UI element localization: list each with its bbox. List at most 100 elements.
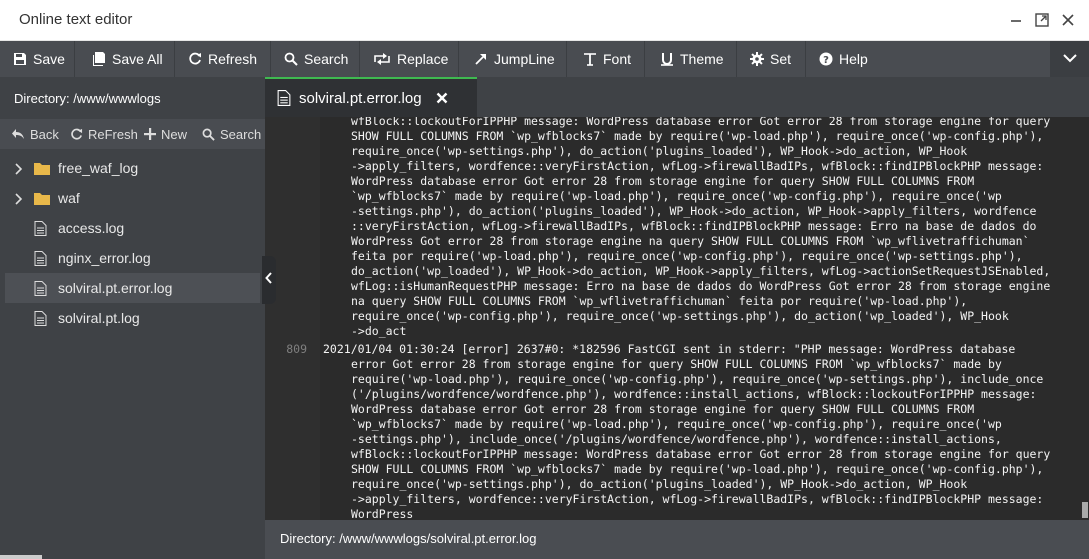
file-icon [277,90,291,106]
set-button[interactable]: Set [737,41,806,77]
tab-label: solviral.pt.error.log [299,89,422,107]
code-line: WordPress database error Got error 28 fr… [351,174,975,188]
sidebar-scrollbar[interactable] [0,555,42,559]
scrollbar-thumb[interactable] [1082,502,1088,518]
code-line: SHOW FULL COLUMNS FROM `wp_wfblocks7` ma… [351,129,1044,143]
refresh-button[interactable]: Refresh [175,41,271,77]
code-line: do_action('wp_loaded'), WP_Hook->do_acti… [351,264,1051,278]
save-button[interactable]: Save [0,41,75,77]
sidebar-toggle-handle[interactable] [262,256,276,304]
code-line: ('/plugins/wordfence/wordfence.php'), wo… [351,387,1037,401]
folder-icon [34,161,50,178]
title-bar: Online text editor [0,0,1089,41]
save-label: Save [33,51,65,67]
set-label: Set [770,51,792,67]
new-label: New [161,126,188,142]
close-icon[interactable] [436,92,448,104]
tree-file-solviral-log[interactable]: solviral.pt.log [5,303,260,333]
tree-item-label: free_waf_log [58,160,139,176]
replace-button[interactable]: Replace [360,41,459,77]
replace-icon [373,52,391,66]
code-line: -settings.php'), do_action('plugins_load… [351,204,1037,218]
window-title: Online text editor [19,11,133,28]
close-icon[interactable] [1060,12,1076,28]
help-icon: ? [819,52,833,66]
line-gutter: 809 [265,117,320,520]
refresh-icon [70,128,83,141]
status-bar: Directory: /www/wwwlogs/solviral.pt.erro… [265,520,1089,559]
folder-icon [34,191,50,208]
code-line: require_once('wp-config.php'), require_o… [351,309,1009,323]
sidebar-refresh-button[interactable]: ReFresh [70,119,138,149]
jump-line-label: JumpLine [494,51,555,67]
tree-item-label: access.log [58,220,125,236]
line-number: 809 [286,342,307,356]
tree-item-label: nginx_error.log [58,250,151,266]
file-icon [34,281,47,299]
sidebar-search-button[interactable]: Search [202,119,261,149]
jump-line-button[interactable]: JumpLine [459,41,567,77]
file-icon [34,221,47,239]
code-line: WordPress Got error 28 from storage engi… [351,234,1030,248]
editor-tab-bar: solviral.pt.error.log [265,77,1089,117]
new-button[interactable]: New [144,119,187,149]
font-button[interactable]: Font [567,41,645,77]
file-sidebar: Directory: /www/wwwlogs Back ReFresh New… [0,77,265,559]
code-line: require_once('wp-settings.php'), do_acti… [351,144,968,158]
tree-file-access-log[interactable]: access.log [5,213,260,243]
font-label: Font [603,51,632,67]
back-arrow-icon [11,128,25,140]
chevron-left-icon [265,271,273,289]
code-line: ->do_act [351,324,407,338]
help-label: Help [839,51,868,67]
code-line: feita por require('wp-load.php'), requir… [351,249,1023,263]
gear-icon [750,52,764,66]
tree-folder-free-waf-log[interactable]: free_waf_log [5,153,260,183]
floppy-icon [13,52,27,66]
tree-item-label: solviral.pt.log [58,310,140,326]
minimize-icon[interactable] [1008,12,1024,28]
refresh-icon [188,52,202,66]
code-line: na query SHOW FULL COLUMNS FROM `wp_wfli… [351,294,968,308]
chevron-down-icon [1062,50,1078,68]
search-label: Search [304,51,349,67]
chevron-right-icon[interactable] [15,192,23,208]
theme-label: Theme [680,51,724,67]
save-all-button[interactable]: Save All [75,41,175,77]
help-button[interactable]: ? Help [806,41,884,77]
sidebar-search-label: Search [220,126,262,142]
sidebar-toolbar: Back ReFresh New Search [0,119,265,149]
toolbar: Save Save All Refresh Search Replace Jum… [0,41,1089,77]
tree-item-label: solviral.pt.error.log [58,280,173,296]
maximize-icon[interactable] [1034,12,1050,28]
back-button[interactable]: Back [11,119,59,149]
back-label: Back [30,126,59,142]
sidebar-refresh-label: ReFresh [88,126,138,142]
save-all-label: Save All [112,51,163,67]
plus-icon [144,128,156,140]
replace-label: Replace [397,51,449,67]
code-line: ->apply_filters, wordfence::veryFirstAct… [351,492,1044,506]
code-line: wfBlock::lockoutForIPPHP message: WordPr… [351,447,1051,461]
code-line: WordPress [351,507,414,520]
refresh-label: Refresh [208,51,258,67]
toolbar-collapse-button[interactable] [1050,41,1089,77]
sidebar-directory-label: Directory: /www/wwwlogs [0,77,265,119]
tree-file-solviral-error-log[interactable]: solviral.pt.error.log [5,273,260,303]
editor-scrollbar[interactable] [1080,117,1089,520]
font-icon [583,52,597,66]
code-line: wfLog::isHumanRequestPHP message: Erro n… [351,279,1051,293]
file-icon [34,251,47,269]
svg-text:?: ? [823,55,829,66]
search-button[interactable]: Search [271,41,360,77]
tree-file-nginx-error-log[interactable]: nginx_error.log [5,243,260,273]
code-line: `wp_wfblocks7` made by require('wp-load.… [351,417,1002,431]
jump-line-icon [474,52,488,66]
tab-solviral-error-log[interactable]: solviral.pt.error.log [265,77,477,117]
tree-folder-waf[interactable]: waf [5,183,260,213]
code-line: `wp_wfblocks7` made by require('wp-load.… [351,189,1002,203]
chevron-right-icon[interactable] [15,162,23,178]
theme-button[interactable]: Theme [645,41,737,77]
code-editor[interactable]: 809 wfBlock::lockoutForIPPHP message: Wo… [265,117,1089,520]
save-all-icon [92,52,106,66]
